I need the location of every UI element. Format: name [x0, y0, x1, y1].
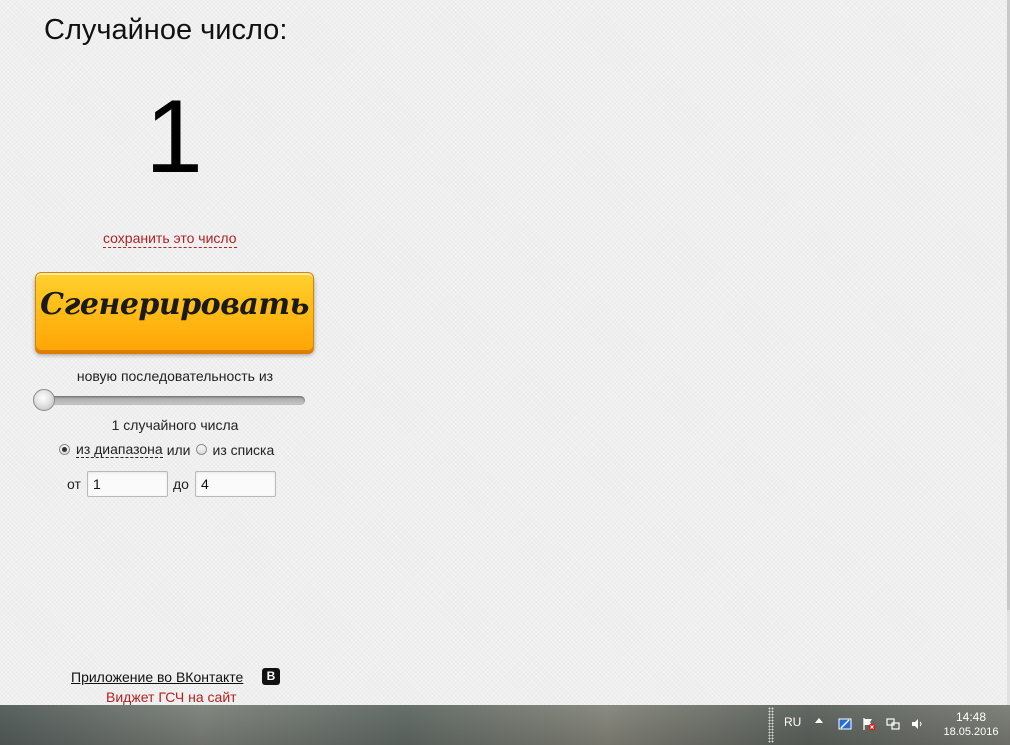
pen-tablet-icon[interactable]: [838, 717, 852, 731]
widget-link[interactable]: Виджет ГСЧ на сайт: [106, 689, 237, 705]
action-center-flag-icon[interactable]: [862, 717, 876, 731]
clock-time: 14:48: [955, 710, 987, 724]
taskbar-grip[interactable]: [768, 707, 774, 743]
language-indicator[interactable]: RU: [784, 715, 801, 729]
random-number-result: 1: [145, 79, 203, 195]
count-slider-handle[interactable]: [33, 389, 55, 411]
generate-button-label: Сгенерировать: [40, 287, 309, 322]
to-label: до: [173, 476, 189, 492]
count-label: 1 случайного числа: [111, 417, 239, 433]
volume-icon[interactable]: [910, 717, 924, 731]
page-area: Случайное число: 1 сохранить это число С…: [0, 0, 1007, 705]
generate-button[interactable]: Сгенерировать: [35, 272, 314, 351]
taskbar: RU 14:48 18.05.2016: [0, 705, 1010, 745]
page-title: Случайное число:: [44, 14, 288, 46]
range-mode-link[interactable]: из диапазона: [76, 441, 163, 458]
count-slider-track[interactable]: [35, 396, 305, 405]
to-input[interactable]: [195, 471, 276, 497]
range-radio[interactable]: [59, 444, 70, 455]
vk-icon[interactable]: В: [262, 668, 280, 685]
from-label: от: [67, 476, 81, 492]
mode-selector: из диапазона или из списка: [59, 441, 274, 458]
from-input[interactable]: [87, 471, 168, 497]
sequence-label: новую последовательность из: [76, 368, 274, 384]
list-radio[interactable]: [195, 444, 207, 455]
clock-date: 18.05.2016: [943, 726, 999, 738]
clock[interactable]: 14:48 18.05.2016: [933, 710, 1009, 740]
list-mode-label[interactable]: из списка: [213, 442, 275, 458]
vk-app-link[interactable]: Приложение во ВКонтакте: [71, 669, 243, 685]
or-text: или: [166, 441, 191, 458]
save-number-link[interactable]: сохранить это число: [103, 230, 237, 248]
show-hidden-icons-chevron-icon[interactable]: [815, 718, 823, 723]
network-icon[interactable]: [886, 717, 900, 731]
